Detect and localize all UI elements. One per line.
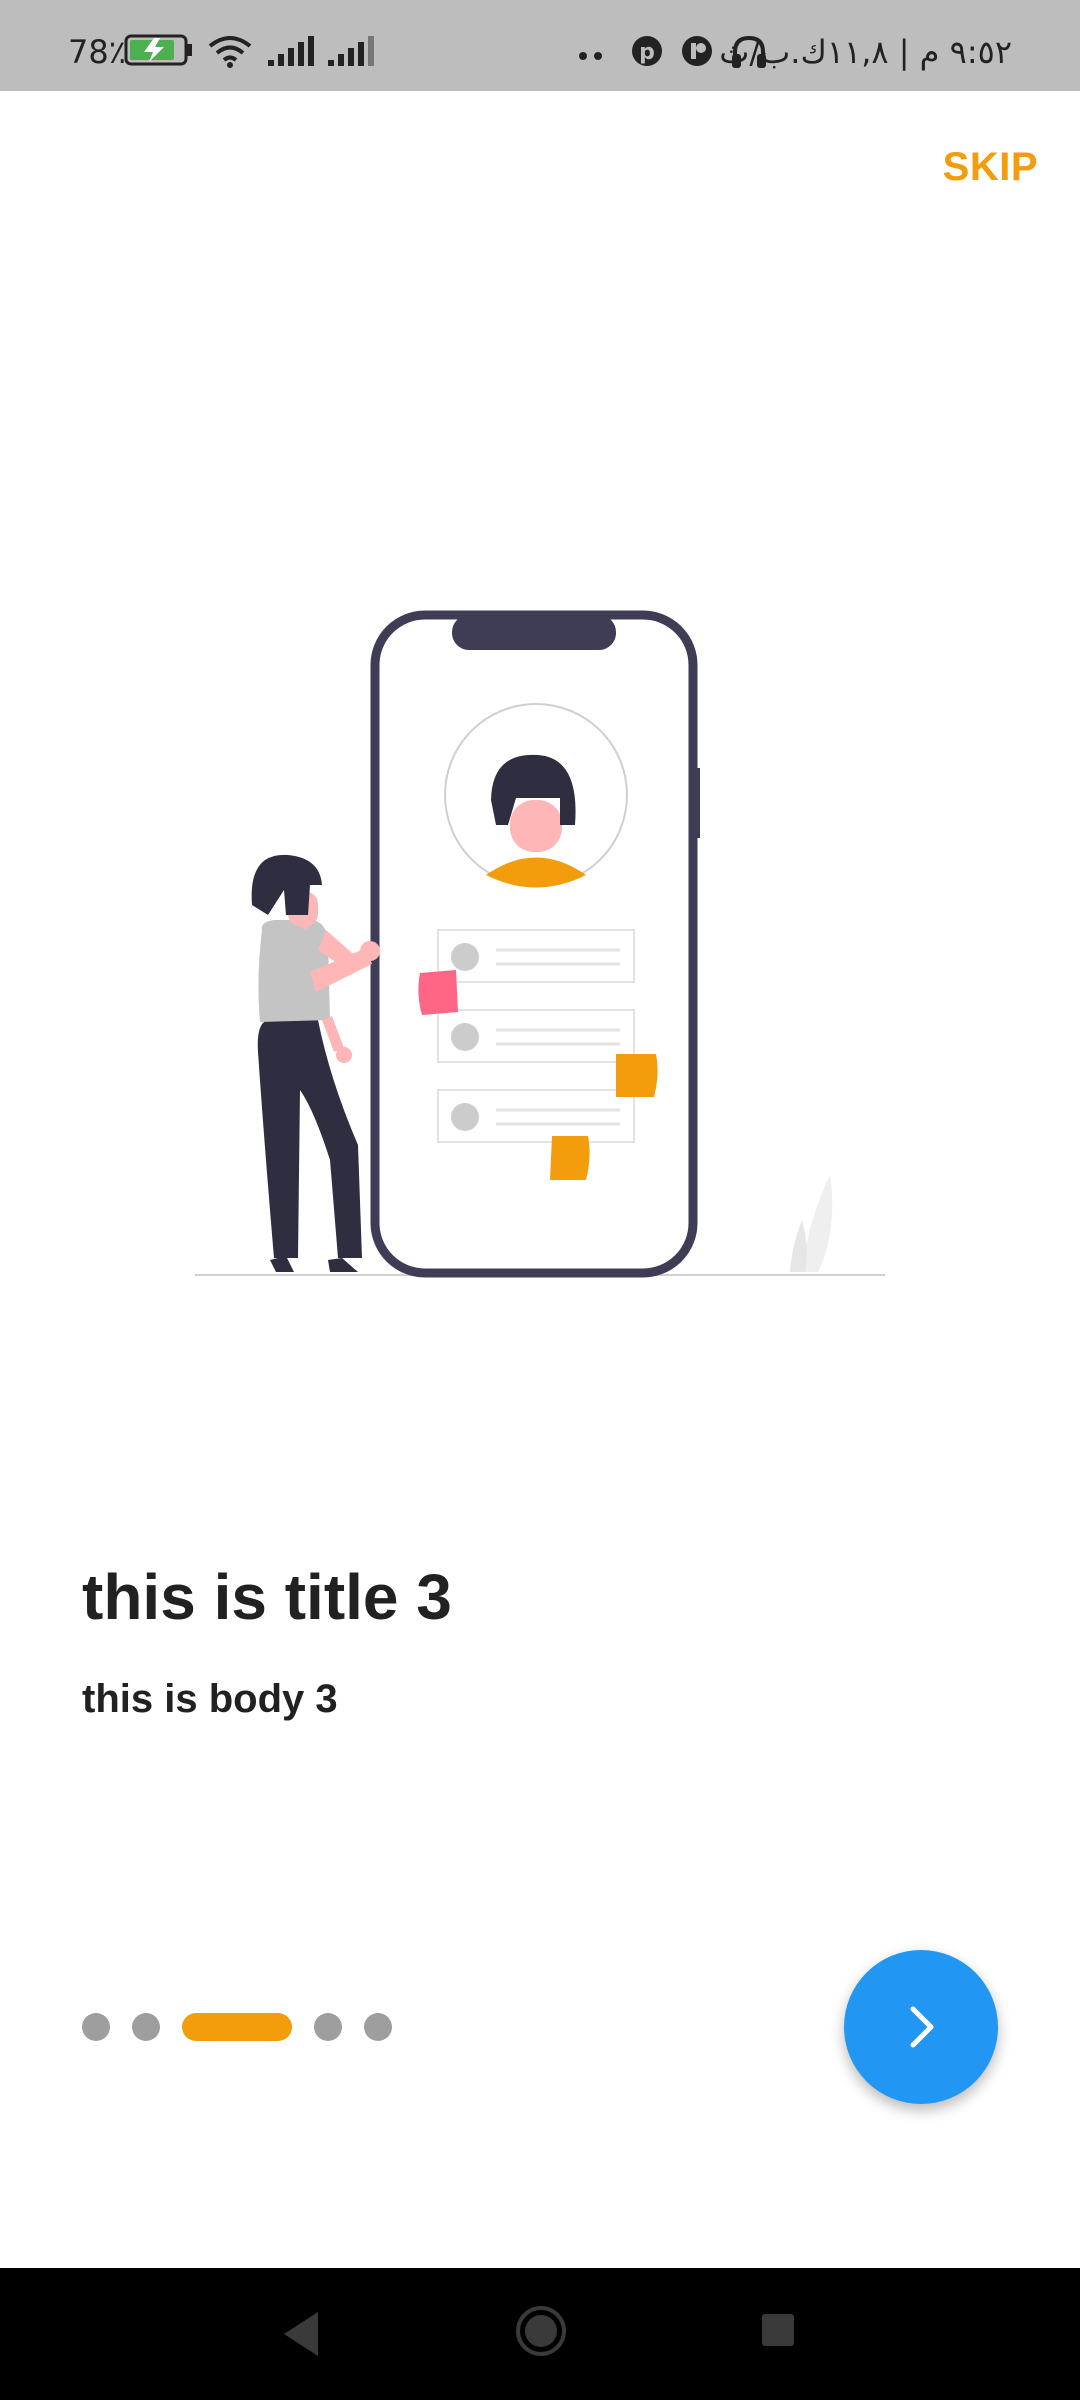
system-navigation-bar [0, 2268, 1080, 2400]
battery-percentage: 78٪ [68, 33, 126, 71]
recents-square-icon[interactable] [760, 2312, 796, 2352]
page-dot-5[interactable] [364, 2013, 392, 2041]
page-indicator [82, 2013, 414, 2041]
next-button[interactable] [844, 1950, 998, 2104]
app-notification-icon [680, 34, 714, 72]
chevron-right-icon [910, 2006, 934, 2048]
more-notifications-icon [578, 46, 604, 65]
page-dot-2[interactable] [132, 2013, 160, 2041]
svg-text:p: p [639, 40, 655, 65]
battery-charging-icon [124, 34, 194, 70]
pinterest-icon: p [630, 34, 664, 72]
onboarding-title: this is title 3 [82, 1561, 452, 1633]
page-dot-3-active[interactable] [182, 2013, 292, 2041]
page-dot-4[interactable] [314, 2013, 342, 2041]
page-dot-1[interactable] [82, 2013, 110, 2041]
onboarding-body: this is body 3 [82, 1677, 338, 1721]
signal-icon-2 [326, 34, 378, 70]
back-triangle-icon[interactable] [280, 2308, 322, 2364]
status-bar: 78٪ p ٩:٥٢ م | ١١,٨ك.ب/ث [0, 0, 1080, 91]
time-and-speed: ٩:٥٢ م | ١١,٨ك.ب/ث [719, 33, 1012, 71]
wifi-icon [206, 34, 254, 72]
home-circle-icon[interactable] [514, 2304, 568, 2362]
onboarding-illustration [190, 600, 890, 1290]
skip-button[interactable]: SKIP [943, 145, 1038, 190]
signal-icon-1 [266, 34, 318, 70]
